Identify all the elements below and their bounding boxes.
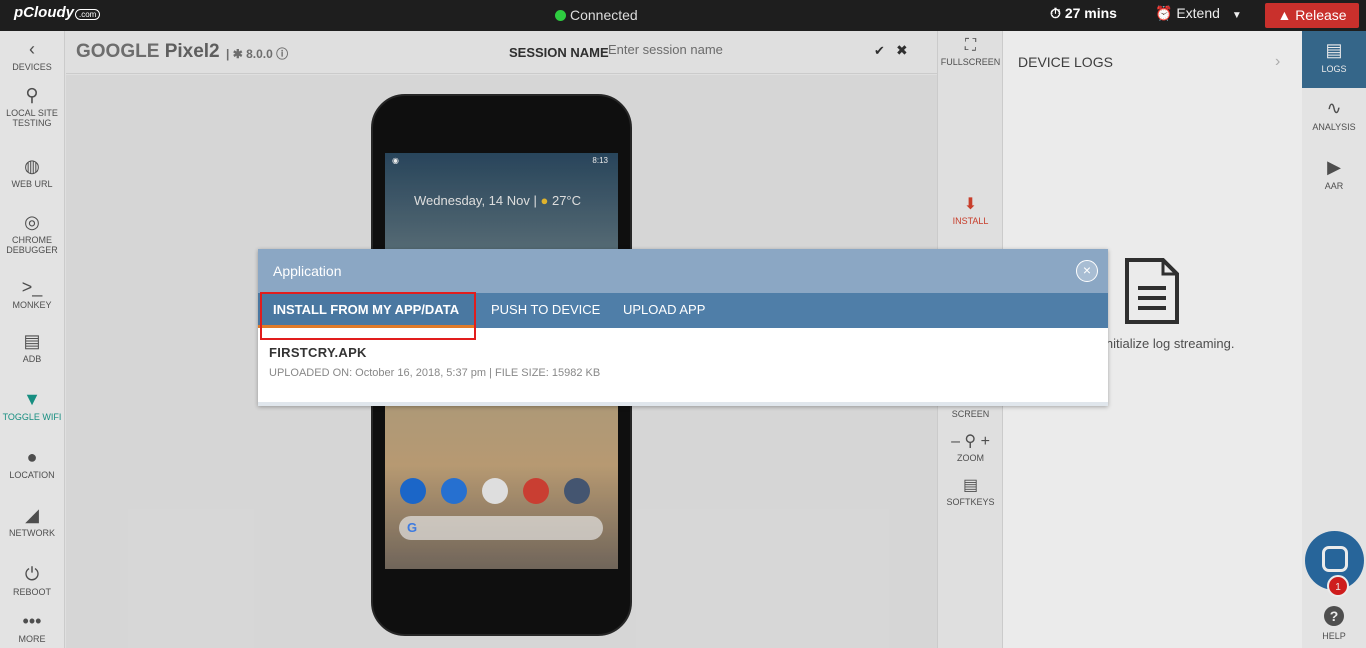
modal-footer bbox=[258, 402, 1108, 406]
extend-dropdown[interactable]: ⏰ Extend ▼ bbox=[1155, 5, 1242, 22]
release-button[interactable]: ▲ Release bbox=[1265, 3, 1359, 28]
session-timer: ⏱ 27 mins bbox=[1050, 5, 1117, 21]
connection-status: Connected bbox=[555, 7, 638, 23]
app-file-meta: UPLOADED ON: October 16, 2018, 5:37 pm |… bbox=[269, 367, 601, 379]
modal-close-icon[interactable]: × bbox=[1076, 260, 1098, 282]
status-dot-icon bbox=[555, 10, 566, 21]
modal-header: Application × bbox=[258, 249, 1108, 293]
app-file-name[interactable]: FIRSTCRY.APK bbox=[269, 345, 367, 360]
tab-push-to-device[interactable]: PUSH TO DEVICE bbox=[476, 293, 615, 328]
highlight-box bbox=[260, 292, 476, 340]
pcloudy-logo[interactable]: pCloudy .com bbox=[14, 4, 101, 21]
modal-title: Application bbox=[273, 263, 342, 279]
top-bar: pCloudy .com Connected ⏱ 27 mins ⏰ Extend… bbox=[0, 0, 1366, 31]
tab-upload-app[interactable]: UPLOAD APP bbox=[608, 293, 720, 328]
